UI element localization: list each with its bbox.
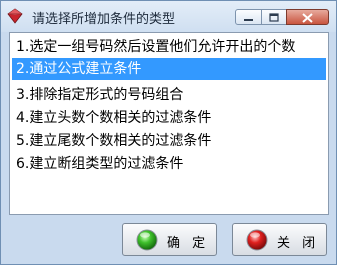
ok-button-label: 确 定 [167, 236, 210, 251]
ok-button[interactable]: 确 定 [122, 223, 217, 256]
title-bar[interactable]: 请选择所增加条件的类型 [1, 1, 336, 32]
red-orb-icon [246, 229, 268, 251]
app-icon [7, 8, 23, 24]
condition-type-list[interactable]: 1.选定一组号码然后设置他们允许开出的个数 2.通过公式建立条件 3.排除指定形… [9, 32, 329, 215]
list-item-5[interactable]: 5.建立尾数个数相关的过滤条件 [12, 130, 326, 152]
close-button-label: 关 闭 [277, 236, 320, 251]
minimize-button[interactable] [235, 9, 262, 25]
maximize-icon [269, 13, 279, 22]
list-item-2-selected[interactable]: 2.通过公式建立条件 [12, 58, 326, 80]
window-close-button[interactable] [286, 9, 329, 25]
list-item-6[interactable]: 6.建立断组类型的过滤条件 [12, 153, 326, 175]
list-item-3[interactable]: 3.排除指定形式的号码组合 [12, 84, 326, 106]
close-icon [302, 13, 313, 23]
green-orb-icon [136, 229, 158, 251]
close-button[interactable]: 关 闭 [232, 223, 327, 256]
window-title: 请选择所增加条件的类型 [32, 12, 176, 27]
dialog-window: 请选择所增加条件的类型 1.选定一组号码然后设置他们允许开出的个数 2.通过公式… [0, 0, 337, 265]
minimize-icon [244, 19, 253, 21]
maximize-button[interactable] [261, 9, 287, 25]
list-item-1[interactable]: 1.选定一组号码然后设置他们允许开出的个数 [12, 36, 326, 58]
list-item-4[interactable]: 4.建立头数个数相关的过滤条件 [12, 107, 326, 129]
